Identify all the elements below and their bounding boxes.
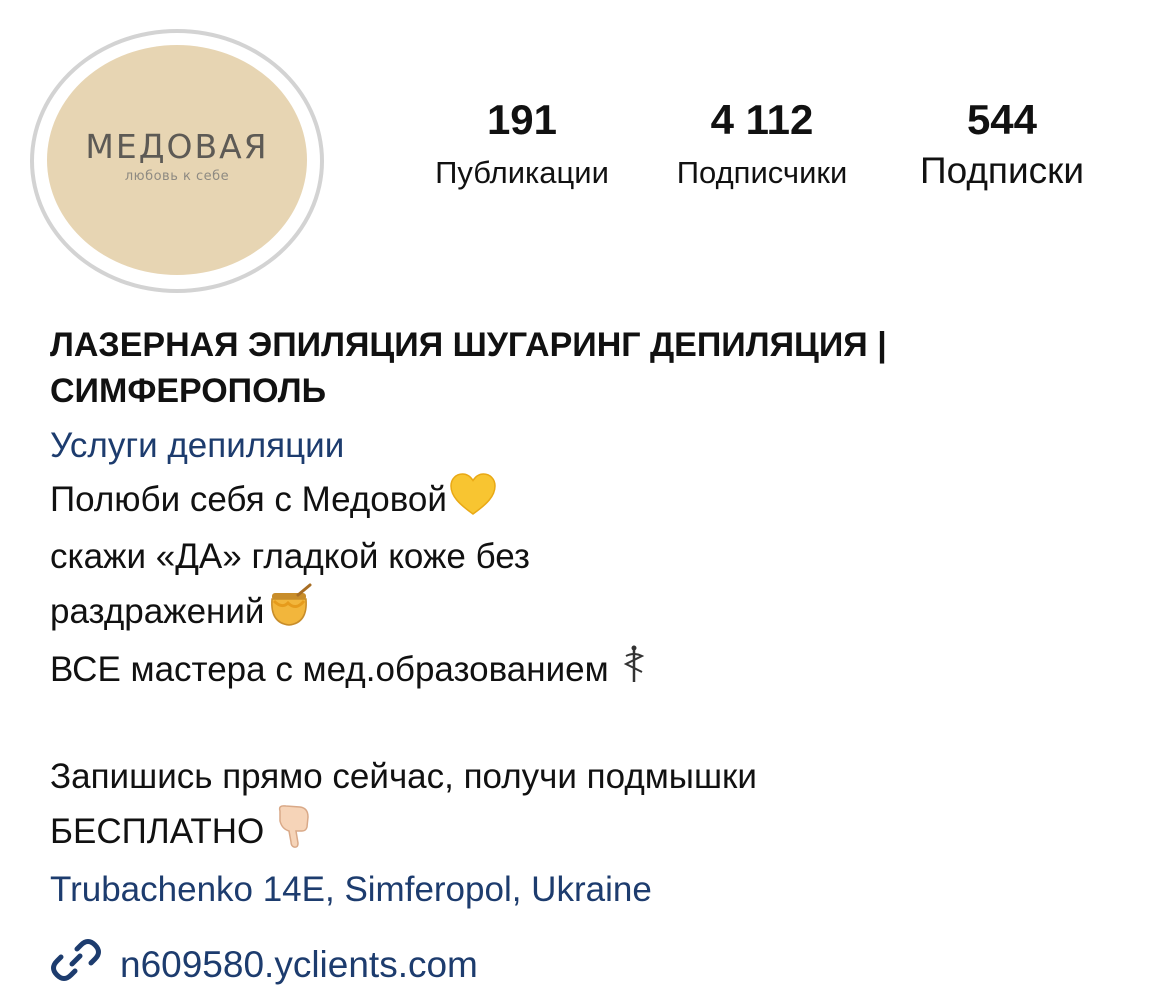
bio: ЛАЗЕРНАЯ ЭПИЛЯЦИЯ ШУГАРИНГ ДЕПИЛЯЦИЯ | С…: [50, 322, 1130, 916]
stat-following-label: Подписки: [919, 150, 1084, 191]
stat-following-value: 544: [966, 96, 1038, 143]
stat-posts-value: 191: [486, 96, 558, 143]
stat-posts[interactable]: 191 Публикации: [414, 96, 630, 192]
bio-line: раздражений: [50, 583, 1130, 644]
stat-followers-value: 4 112: [710, 96, 814, 143]
bio-line: БЕСПЛАТНО: [50, 803, 1130, 864]
bio-category: Услуги депиляции: [50, 426, 345, 465]
bio-line-text: раздражений: [50, 591, 265, 631]
bio-title-line2: СИМФЕРОПОЛЬ: [50, 372, 327, 410]
bio-title: ЛАЗЕРНАЯ ЭПИЛЯЦИЯ ШУГАРИНГ ДЕПИЛЯЦИЯ | С…: [50, 322, 1130, 414]
pointing-down-icon: [274, 803, 314, 864]
yellow-heart-icon: [449, 472, 497, 531]
bio-title-line1: ЛАЗЕРНАЯ ЭПИЛЯЦИЯ ШУГАРИНГ ДЕПИЛЯЦИЯ |: [50, 326, 887, 364]
bio-line: ВСЕ мастера с мед.образованием: [50, 644, 1130, 699]
bio-line: Запишись прямо сейчас, получи подмышки: [50, 757, 757, 797]
stat-followers-label: Подписчики: [676, 155, 848, 190]
stat-followers[interactable]: 4 112 Подписчики: [654, 96, 870, 192]
avatar-tagline: любовь к себе: [124, 169, 230, 184]
avatar[interactable]: МЕДОВАЯ любовь к себе: [47, 45, 307, 275]
website-url: n609580.yclients.com: [120, 943, 478, 985]
link-icon: [50, 934, 120, 995]
bio-line-text: Полюби себя с Медовой: [50, 479, 447, 519]
stat-posts-label: Публикации: [435, 155, 609, 190]
website-link[interactable]: n609580.yclients.com: [50, 934, 478, 995]
honey-pot-icon: [266, 583, 314, 644]
bio-line-text: БЕСПЛАТНО: [50, 812, 265, 851]
medical-symbol-icon: [621, 644, 647, 699]
bio-line: скажи «ДА» гладкой коже без: [50, 537, 530, 576]
bio-spacer: [50, 699, 1130, 751]
bio-line: Полюби себя с Медовой: [50, 472, 1130, 531]
bio-line-text: ВСЕ мастера с мед.образованием: [50, 650, 609, 689]
avatar-brand-name: МЕДОВАЯ: [85, 127, 269, 166]
bio-address-link[interactable]: Trubachenko 14E, Simferopol, Ukraine: [50, 864, 1130, 916]
stat-following[interactable]: 544 Подписки: [900, 96, 1104, 190]
